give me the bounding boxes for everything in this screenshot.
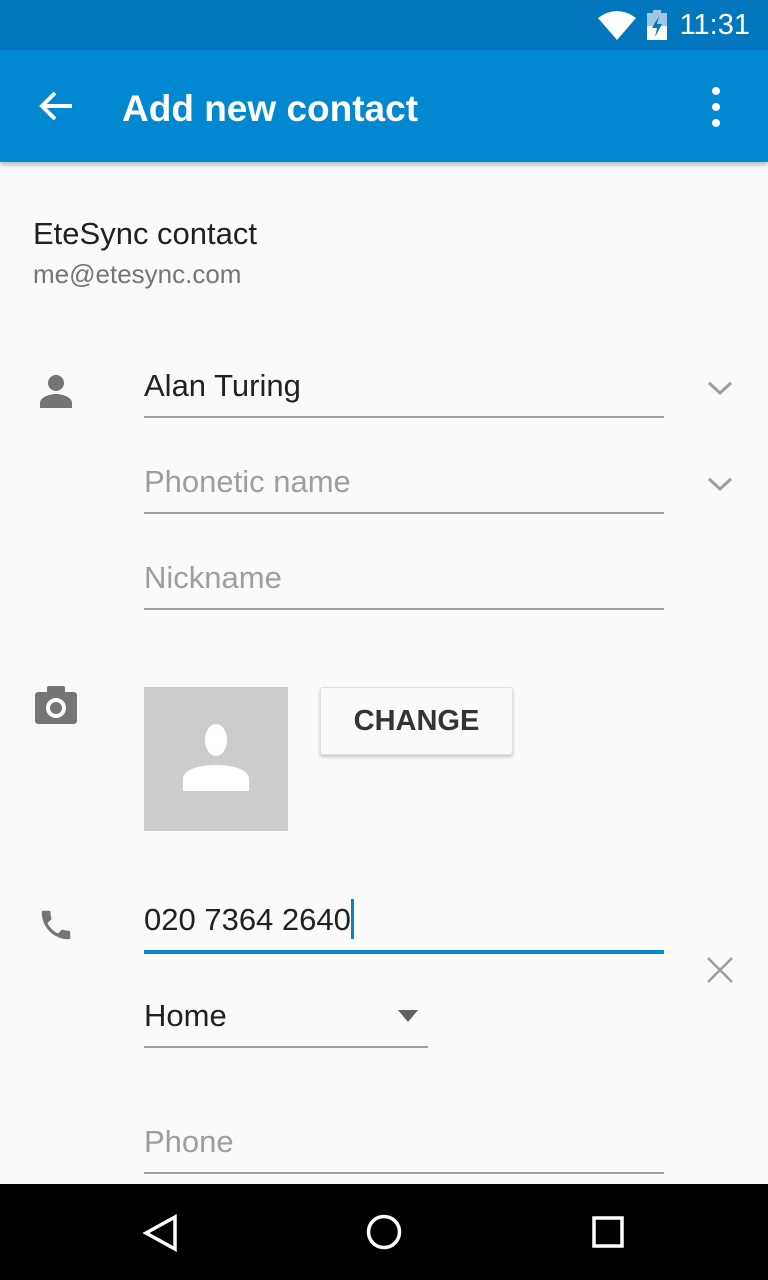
chevron-down-icon[interactable] (707, 476, 733, 492)
change-photo-button[interactable]: CHANGE (320, 687, 513, 755)
status-bar: 11:31 (0, 0, 768, 50)
nickname-field[interactable]: Nickname (144, 560, 664, 610)
navigation-bar (0, 1184, 768, 1280)
app-bar: Add new contact (0, 50, 768, 162)
nickname-placeholder: Nickname (144, 560, 282, 595)
battery-charging-icon (647, 10, 667, 40)
dropdown-arrow-icon (398, 1010, 418, 1022)
more-vert-icon[interactable] (708, 86, 724, 128)
phonetic-name-placeholder: Phonetic name (144, 464, 351, 499)
person-icon (40, 375, 72, 408)
contact-photo[interactable] (144, 687, 288, 831)
page-title: Add new contact (122, 88, 419, 129)
phone-type-value: Home (144, 998, 227, 1033)
text-cursor (350, 898, 354, 939)
name-field[interactable]: Alan Turing (144, 368, 664, 418)
phone-number-field[interactable]: 020 7364 2640 (144, 898, 664, 954)
phone-type-dropdown[interactable]: Home (144, 998, 428, 1048)
account-email: me@etesync.com (33, 259, 242, 289)
camera-icon (35, 686, 77, 724)
new-phone-field[interactable]: Phone (144, 1124, 664, 1174)
account-type: EteSync contact (33, 216, 258, 251)
phone-number-value: 020 7364 2640 (144, 902, 351, 937)
recents-nav-icon[interactable] (592, 1216, 624, 1248)
new-phone-placeholder: Phone (144, 1124, 234, 1159)
phone-icon (41, 910, 71, 940)
clock: 11:31 (679, 9, 750, 41)
chevron-down-icon[interactable] (707, 380, 733, 396)
wifi-icon (598, 11, 636, 40)
back-nav-icon[interactable] (142, 1214, 178, 1252)
name-value: Alan Turing (144, 368, 301, 403)
person-placeholder-icon (183, 724, 249, 791)
close-icon[interactable] (706, 956, 734, 984)
arrow-back-icon[interactable] (38, 90, 74, 122)
phonetic-name-field[interactable]: Phonetic name (144, 464, 664, 514)
home-nav-icon[interactable] (366, 1214, 402, 1250)
